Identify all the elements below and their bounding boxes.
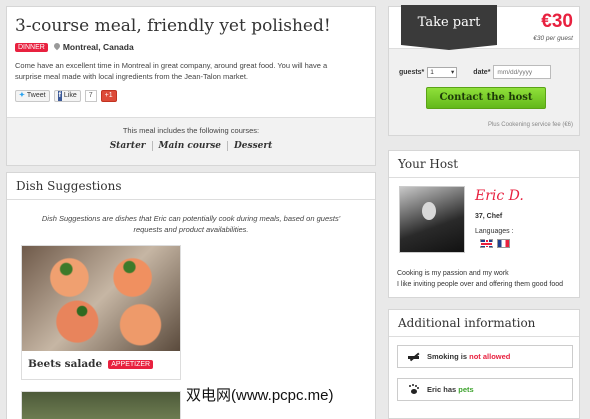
host-age-profession: 37, Chef: [475, 213, 503, 220]
date-label: date*: [473, 68, 491, 76]
pets-info: Eric has pets: [397, 378, 573, 401]
take-part-banner: Take part: [401, 5, 497, 50]
host-heading: Your Host: [389, 151, 579, 178]
smoking-info: Smoking is not allowed: [397, 345, 573, 368]
chevron-down-icon: ▾: [451, 69, 455, 76]
dish-tile-photo[interactable]: [21, 391, 181, 419]
course-item: Main course: [151, 141, 227, 151]
guests-value: 1: [430, 68, 434, 76]
tweet-button[interactable]: ✦ Tweet: [15, 90, 50, 102]
service-fee-note: Plus Cookening service fee (€6): [487, 122, 573, 128]
meal-type-badge: DINNER: [15, 42, 48, 52]
dish-caption: Beets salade APPETIZER: [22, 351, 180, 377]
meal-card: 3-course meal, friendly yet polished! DI…: [6, 6, 376, 166]
like-label: Like: [63, 92, 77, 99]
twitter-bird-icon: ✦: [19, 92, 25, 99]
courses-section: This meal includes the following courses…: [7, 117, 375, 165]
course-list: Starter Main course Dessert: [7, 141, 375, 151]
dish-suggestions-heading: Dish Suggestions: [7, 173, 375, 200]
host-bio-line: I like inviting people over and offering…: [397, 280, 564, 288]
course-item: Dessert: [227, 141, 278, 151]
smoking-value: not allowed: [469, 352, 511, 361]
booking-panel: Take part €30 €30 per guest guests* 1 ▾ …: [388, 5, 580, 136]
language-flags: [480, 239, 510, 248]
facebook-like-button[interactable]: f Like: [53, 90, 81, 102]
smoking-prefix: Smoking is: [427, 352, 468, 361]
meal-location[interactable]: Montreal, Canada: [63, 42, 134, 52]
uk-flag-icon: [480, 239, 493, 248]
no-smoking-icon: [408, 352, 419, 361]
meal-description: Come have an excellent time in Montreal …: [15, 61, 328, 81]
additional-info-heading: Additional information: [389, 310, 579, 337]
price: €30: [541, 11, 573, 32]
gplus-label: +1: [104, 92, 113, 99]
contact-host-button[interactable]: Contact the host: [426, 87, 546, 109]
social-buttons: ✦ Tweet f Like 7 +1: [15, 90, 367, 102]
courses-intro: This meal includes the following courses…: [122, 126, 260, 135]
price-note: €30 per guest: [533, 35, 573, 42]
guests-select[interactable]: 1 ▾: [427, 66, 458, 78]
additional-info-card: Additional information Smoking is not al…: [388, 309, 580, 419]
like-count: 7: [84, 90, 97, 102]
facebook-icon: f: [57, 91, 62, 101]
booking-form: guests* 1 ▾ date*: [399, 65, 552, 79]
france-flag-icon: [497, 239, 510, 248]
google-plus-button[interactable]: +1: [100, 90, 117, 102]
guests-label: guests*: [399, 68, 425, 76]
watermark: 双电网(www.pcpc.me): [186, 387, 334, 404]
host-bio-line: Cooking is my passion and my work: [397, 270, 509, 277]
dish-suggestions-card: Dish Suggestions Dish Suggestions are di…: [6, 172, 376, 419]
meal-meta: DINNER Montreal, Canada: [15, 42, 367, 52]
dish-suggestions-intro: Dish Suggestions are dishes that Eric ca…: [41, 214, 341, 234]
dish-category-badge: APPETIZER: [108, 359, 154, 369]
dish-photo: [22, 246, 180, 351]
languages-label: Languages :: [475, 228, 514, 235]
paw-icon: [408, 385, 419, 394]
course-item: Starter: [109, 141, 146, 151]
host-name[interactable]: Eric D.: [475, 188, 524, 204]
host-avatar[interactable]: [399, 186, 465, 253]
location-pin-icon: [54, 43, 60, 51]
booking-header: Take part €30 €30 per guest: [389, 5, 579, 50]
date-input[interactable]: [493, 65, 552, 79]
pets-value: pets: [458, 385, 474, 394]
host-card: Your Host Eric D. 37, Chef Languages : C…: [388, 150, 580, 298]
host-bio: Cooking is my passion and my work I like…: [397, 269, 563, 290]
meal-title: 3-course meal, friendly yet polished!: [15, 16, 331, 36]
tweet-label: Tweet: [26, 92, 46, 99]
pets-prefix: Eric has: [427, 385, 457, 394]
dish-tile[interactable]: Beets salade APPETIZER: [21, 245, 181, 380]
dish-name: Beets salade: [28, 358, 103, 370]
